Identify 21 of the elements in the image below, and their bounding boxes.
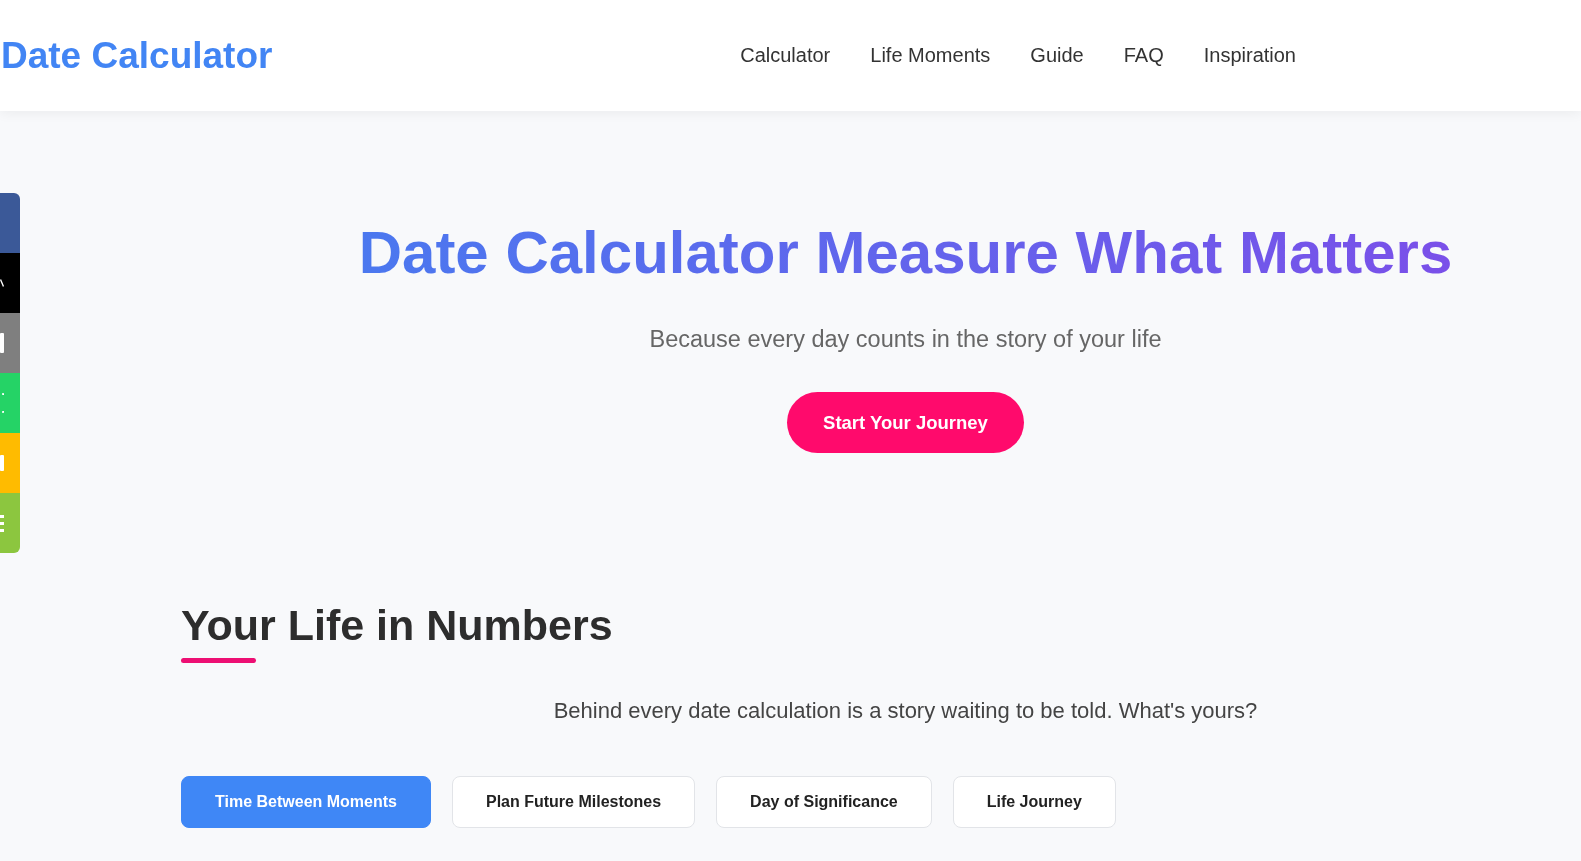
- site-logo[interactable]: Date Calculator: [1, 34, 273, 77]
- share-button[interactable]: [0, 313, 20, 373]
- nav-link[interactable]: Guide: [1030, 44, 1084, 67]
- section-title: Your Life in Numbers: [181, 600, 613, 650]
- calculator-tab[interactable]: Time Between Moments: [181, 776, 431, 828]
- partial-icon: [0, 333, 4, 353]
- section-intro: Behind every date calculation is a story waiting to be told. What's yours?: [553, 697, 1258, 725]
- nav-link[interactable]: Life Moments: [870, 44, 991, 67]
- partial-icon: [0, 455, 4, 471]
- calculator-tab[interactable]: Plan Future Milestones: [451, 776, 696, 828]
- nav-link[interactable]: FAQ: [1123, 44, 1164, 67]
- hero-subtitle: Because every day counts in the story of your life: [649, 325, 1162, 354]
- calculator-tab[interactable]: Day of Significance: [716, 776, 932, 828]
- nav-link[interactable]: Inspiration: [1203, 44, 1296, 67]
- calculator-tab[interactable]: Life Journey: [952, 776, 1116, 828]
- partial-icon: [0, 279, 4, 287]
- start-journey-button[interactable]: Start Your Journey: [787, 392, 1024, 453]
- nav-link[interactable]: Calculator: [740, 44, 831, 67]
- share-button[interactable]: [0, 493, 20, 553]
- share-button[interactable]: [0, 433, 20, 493]
- partial-icon: [0, 514, 4, 532]
